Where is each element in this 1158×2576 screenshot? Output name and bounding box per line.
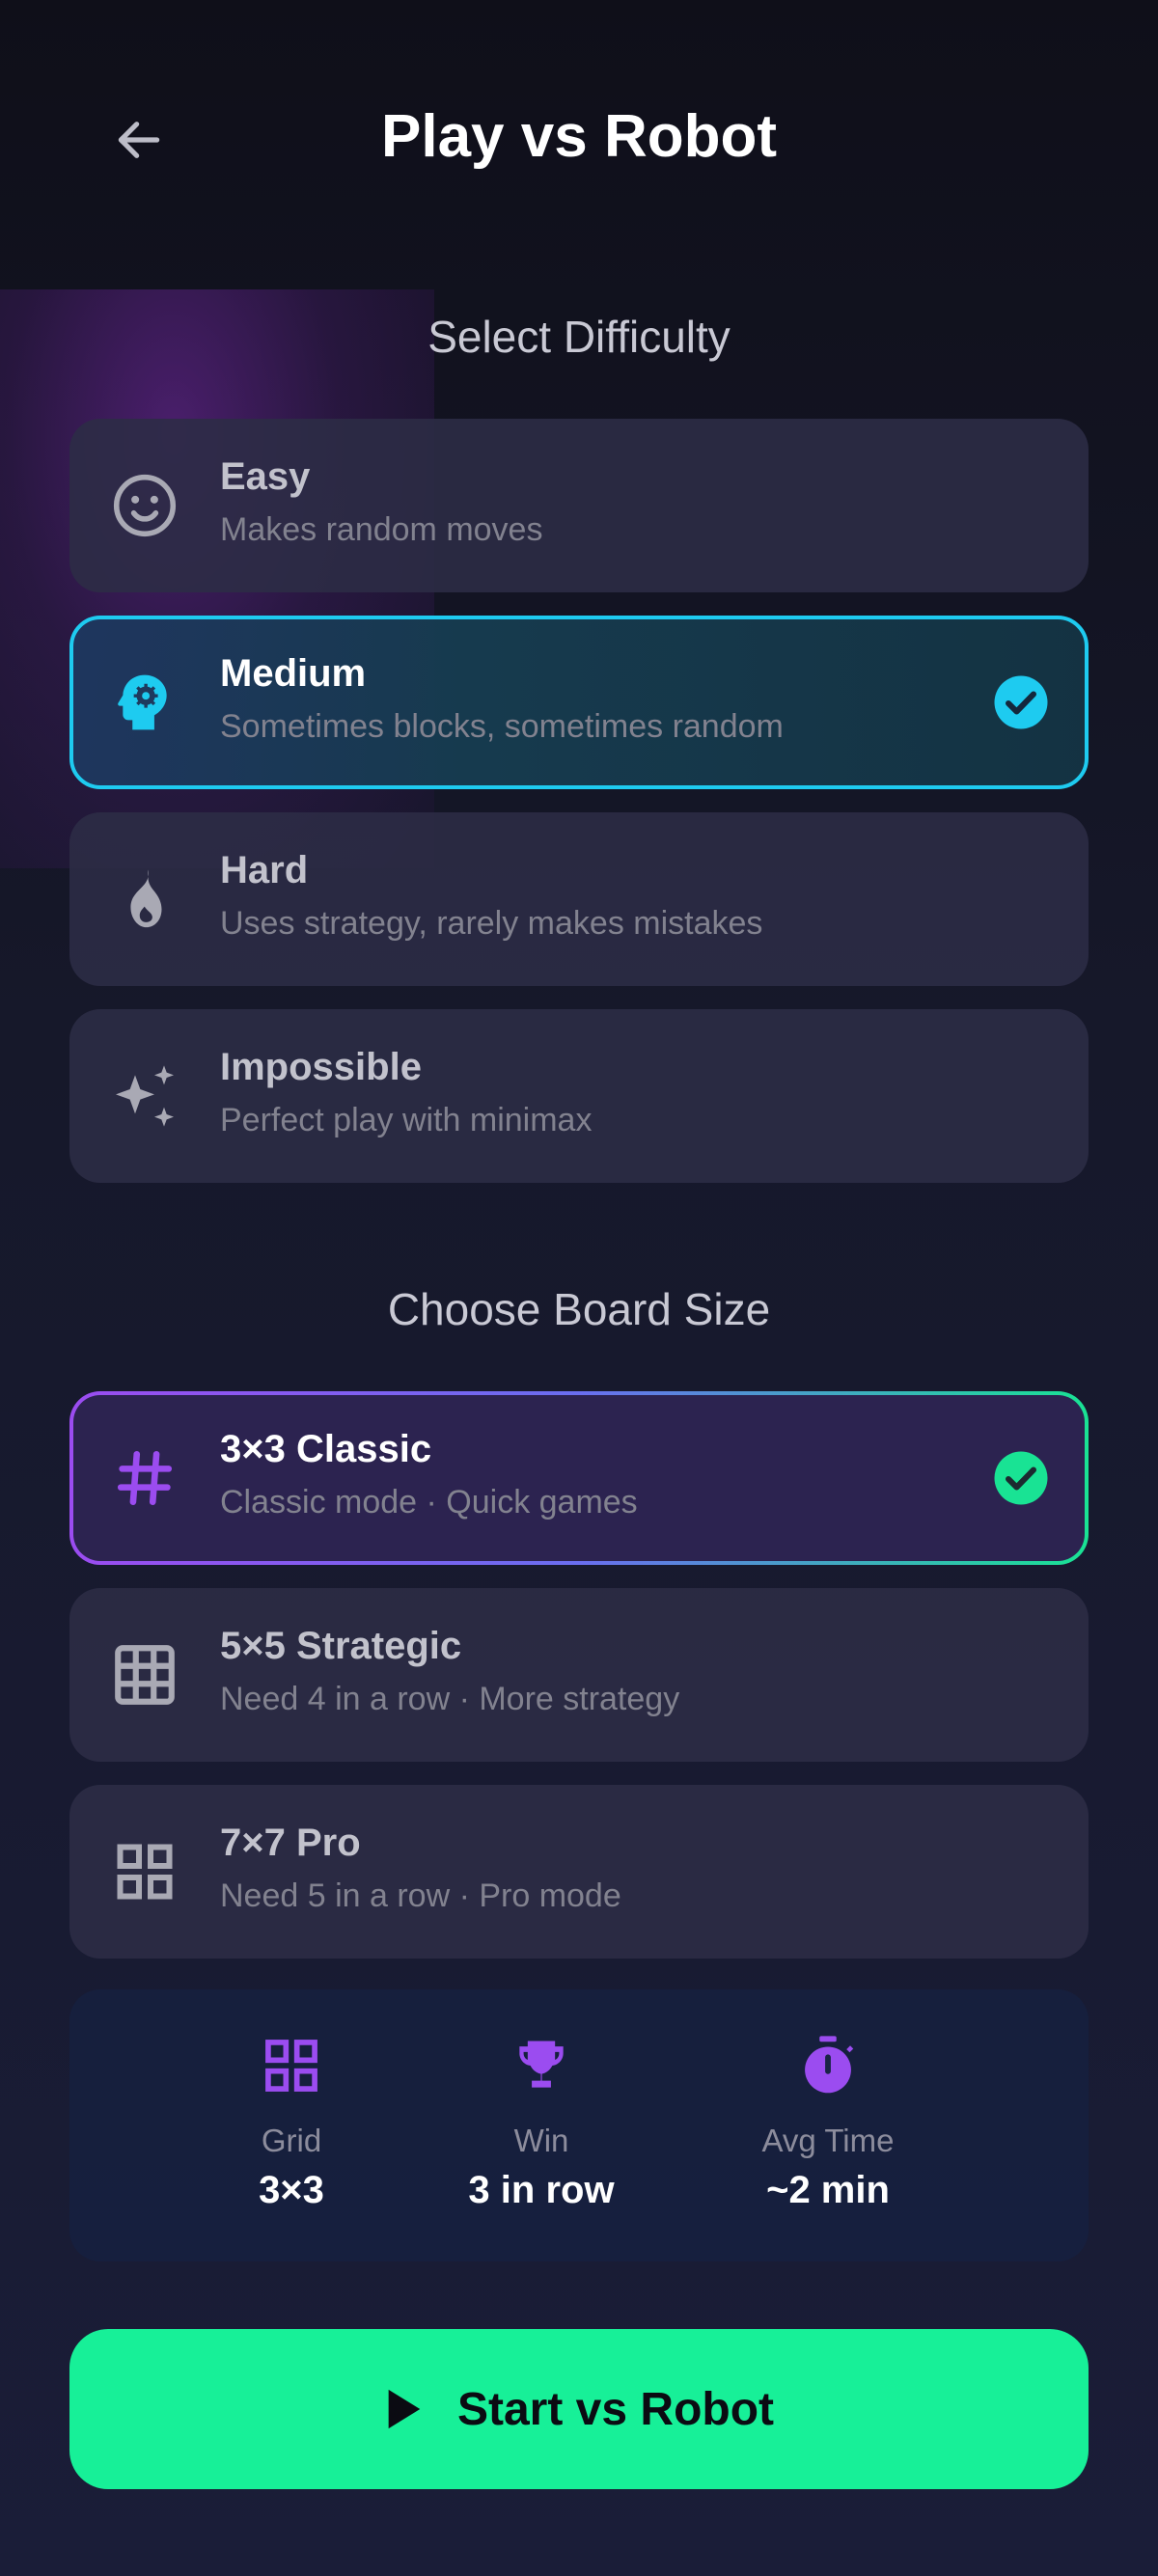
start-vs-robot-button[interactable]: Start vs Robot [69, 2329, 1089, 2489]
stat-label: Avg Time [761, 2123, 895, 2158]
stat-avg-time: Avg Time ~2 min [703, 2030, 953, 2212]
stat-value: 3×3 [259, 2169, 324, 2211]
difficulty-option-easy[interactable]: Easy Makes random moves [69, 419, 1089, 592]
play-icon [388, 2389, 421, 2429]
option-subtitle: Uses strategy, rarely makes mistakes [220, 905, 763, 942]
stat-label: Grid [261, 2123, 322, 2158]
option-title: Impossible [220, 1046, 422, 1088]
stopwatch-icon [703, 2030, 953, 2101]
check-circle-icon [994, 675, 1048, 729]
app-header: Play vs Robot [0, 0, 1158, 280]
trophy-icon [416, 2030, 667, 2101]
option-subtitle: Need 4 in a row · More strategy [220, 1681, 680, 1717]
board-size-section-title: Choose Board Size [387, 1284, 771, 1334]
board-option-5x5[interactable]: 5×5 Strategic Need 4 in a row · More str… [69, 1588, 1089, 1762]
option-subtitle: Classic mode · Quick games [220, 1484, 638, 1521]
sparkles-icon [106, 1057, 183, 1135]
option-subtitle: Perfect play with minimax [220, 1102, 593, 1138]
board-option-7x7[interactable]: 7×7 Pro Need 5 in a row · Pro mode [69, 1785, 1089, 1959]
difficulty-option-medium[interactable]: Medium Sometimes blocks, sometimes rando… [69, 616, 1089, 789]
option-subtitle: Need 5 in a row · Pro mode [220, 1877, 621, 1914]
option-title: Hard [220, 849, 309, 891]
stat-label: Win [513, 2123, 569, 2158]
option-title: 5×5 Strategic [220, 1625, 462, 1667]
stat-value: 3 in row [468, 2169, 615, 2211]
option-title: Medium [220, 652, 367, 695]
option-title: 7×7 Pro [220, 1822, 361, 1864]
game-summary-panel: Grid 3×3 Win 3 in row Avg Time ~2 min [69, 1989, 1089, 2261]
smiley-face-icon [106, 467, 183, 544]
flame-icon [106, 861, 183, 938]
option-title: 3×3 Classic [220, 1428, 432, 1470]
stat-win: Win 3 in row [416, 2030, 667, 2212]
start-button-label: Start vs Robot [456, 2383, 775, 2435]
hash-icon [106, 1439, 183, 1517]
option-title: Easy [220, 455, 311, 498]
stat-value: ~2 min [766, 2169, 890, 2211]
stat-grid: Grid 3×3 [166, 2030, 417, 2212]
option-subtitle: Sometimes blocks, sometimes random [220, 708, 784, 745]
check-circle-icon [994, 1451, 1048, 1505]
difficulty-section-title: Select Difficulty [427, 312, 731, 362]
grid-icon [106, 1636, 183, 1713]
difficulty-option-impossible[interactable]: Impossible Perfect play with minimax [69, 1009, 1089, 1183]
brain-gear-icon [106, 664, 183, 741]
four-squares-icon [106, 1833, 183, 1910]
board-option-3x3[interactable]: 3×3 Classic Classic mode · Quick games [69, 1391, 1089, 1565]
page-title: Play vs Robot [381, 103, 777, 170]
option-subtitle: Makes random moves [220, 511, 543, 548]
grid-squares-icon [166, 2030, 417, 2101]
difficulty-option-hard[interactable]: Hard Uses strategy, rarely makes mistake… [69, 812, 1089, 986]
